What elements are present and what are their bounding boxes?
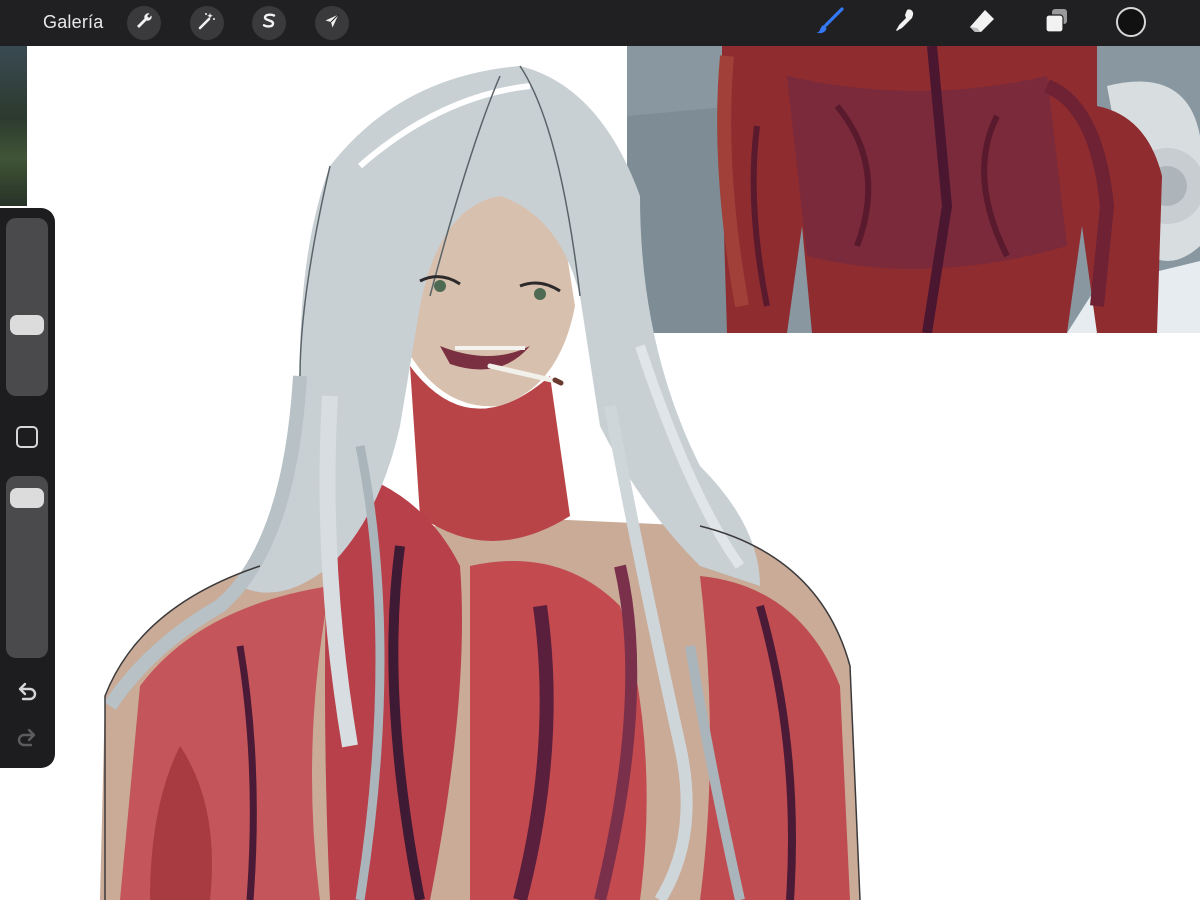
- redo-button[interactable]: [11, 726, 43, 754]
- wrench-icon: [134, 11, 154, 35]
- drawing-canvas[interactable]: [0, 46, 1200, 900]
- eraser-tool-button[interactable]: [965, 6, 999, 40]
- brush-size-slider[interactable]: [6, 218, 48, 396]
- square-modifier-icon[interactable]: [16, 426, 38, 448]
- brush-size-thumb[interactable]: [10, 315, 44, 335]
- color-picker-button[interactable]: [1116, 7, 1146, 37]
- undo-icon: [15, 681, 39, 707]
- magic-wand-icon: [197, 11, 217, 35]
- transform-button[interactable]: [315, 6, 349, 40]
- gallery-button[interactable]: Galería: [43, 12, 103, 33]
- smudge-icon: [890, 6, 920, 40]
- selection-button[interactable]: [252, 6, 286, 40]
- opacity-slider[interactable]: [6, 476, 48, 658]
- arrow-cursor-icon: [322, 11, 342, 35]
- illustration-figure: [100, 65, 861, 900]
- layers-icon: [1042, 6, 1072, 40]
- layers-tool-button[interactable]: [1040, 6, 1074, 40]
- selection-s-icon: [259, 11, 279, 35]
- brush-tool-button[interactable]: [813, 6, 847, 40]
- adjustments-button[interactable]: [190, 6, 224, 40]
- redo-icon: [15, 727, 39, 753]
- top-toolbar: Galería: [0, 0, 1200, 46]
- brush-icon: [815, 6, 845, 40]
- actions-button[interactable]: [127, 6, 161, 40]
- smudge-tool-button[interactable]: [888, 6, 922, 40]
- side-toolbar: [0, 208, 55, 768]
- opacity-thumb[interactable]: [10, 487, 44, 508]
- undo-button[interactable]: [11, 680, 43, 708]
- eraser-icon: [967, 6, 997, 40]
